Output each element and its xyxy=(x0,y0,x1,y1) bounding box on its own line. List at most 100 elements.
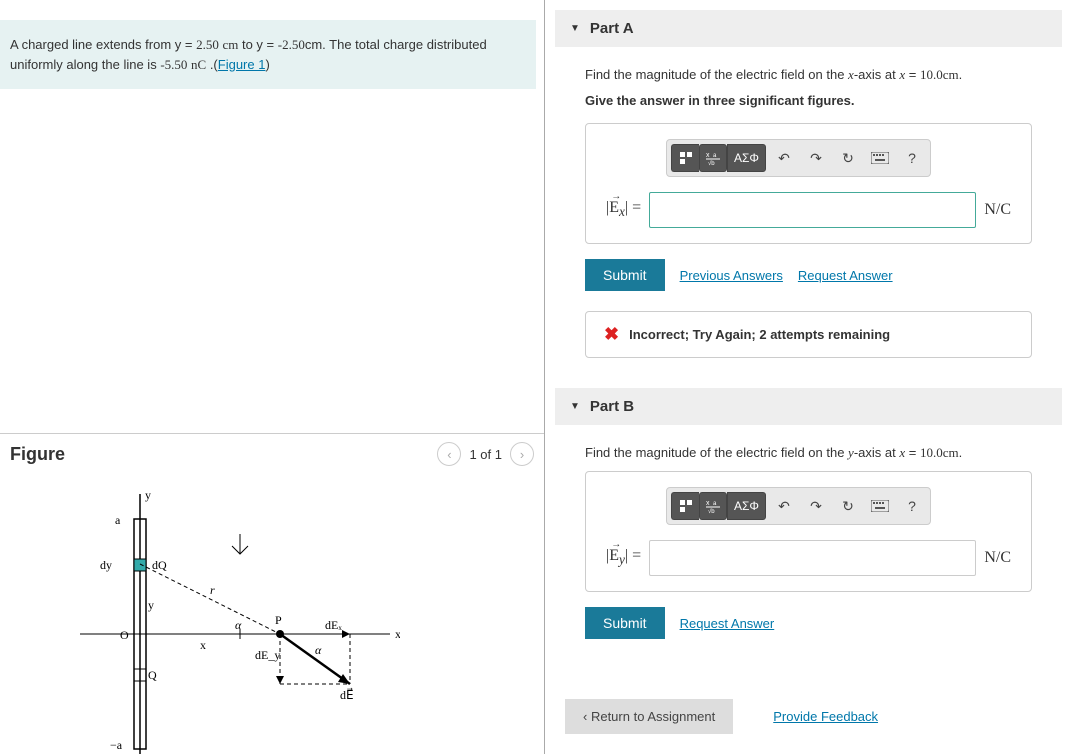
undo-button[interactable]: ↶ xyxy=(770,144,798,172)
redo-button[interactable]: ↷ xyxy=(802,144,830,172)
redo-button[interactable]: ↷ xyxy=(802,492,830,520)
part-b-submit-row: Submit Request Answer xyxy=(585,607,1032,639)
problem-statement: A charged line extends from y = 2.50 cm … xyxy=(0,20,536,89)
svg-text:dEₓ: dEₓ xyxy=(325,618,342,632)
svg-text:x: x xyxy=(395,627,400,641)
svg-text:y: y xyxy=(148,598,154,612)
part-a-answer-box: xa√b ΑΣΦ ↶ ↷ ↻ ? |E→x| = N/C xyxy=(585,123,1032,244)
part-a-submit-row: Submit Previous Answers Request Answer xyxy=(585,259,1032,291)
part-a-answer-input[interactable] xyxy=(649,192,976,228)
provide-feedback-link[interactable]: Provide Feedback xyxy=(773,709,878,724)
part-b-title: Part B xyxy=(590,398,634,415)
undo-button[interactable]: ↶ xyxy=(770,492,798,520)
feedback-text: Incorrect; Try Again; 2 attempts remaini… xyxy=(629,327,890,342)
pager-next-button[interactable]: › xyxy=(510,442,534,466)
spacer xyxy=(0,97,544,433)
svg-text:dQ: dQ xyxy=(152,558,167,572)
reset-button[interactable]: ↻ xyxy=(834,144,862,172)
answer-row: |E→y| = N/C xyxy=(606,540,1011,576)
svg-text:√b: √b xyxy=(708,508,715,514)
problem-text: .( xyxy=(206,57,218,72)
keyboard-button[interactable] xyxy=(866,492,894,520)
answer-label-ey: |E→y| = xyxy=(606,547,641,568)
svg-text:dE⃗: dE⃗ xyxy=(340,687,354,702)
fraction-button[interactable]: xa√b xyxy=(699,144,727,172)
svg-text:a: a xyxy=(713,501,717,507)
part-a-prompt: Find the magnitude of the electric field… xyxy=(585,67,1032,83)
part-b-submit-button[interactable]: Submit xyxy=(585,607,665,639)
svg-text:dy: dy xyxy=(100,558,112,572)
part-b-prompt: Find the magnitude of the electric field… xyxy=(585,445,1032,461)
figure-link[interactable]: Figure 1 xyxy=(218,57,266,72)
figure-title: Figure xyxy=(10,444,437,465)
svg-text:−a: −a xyxy=(110,738,123,752)
answer-unit: N/C xyxy=(984,201,1011,219)
reset-button[interactable]: ↻ xyxy=(834,492,862,520)
part-b-answer-box: xa√b ΑΣΦ ↶ ↷ ↻ ? |E→y| = N/C xyxy=(585,471,1032,592)
previous-answers-link[interactable]: Previous Answers xyxy=(680,268,783,283)
part-a-instruction: Give the answer in three significant fig… xyxy=(585,93,1032,108)
footer-row: ‹ Return to Assignment Provide Feedback xyxy=(555,699,1062,734)
figure-pager: ‹ 1 of 1 › xyxy=(437,442,534,466)
templates-button[interactable] xyxy=(671,492,699,520)
help-button[interactable]: ? xyxy=(898,492,926,520)
svg-text:O: O xyxy=(120,628,129,642)
part-b-answer-input[interactable] xyxy=(649,540,976,576)
main-container: A charged line extends from y = 2.50 cm … xyxy=(0,0,1072,754)
incorrect-icon: ✖ xyxy=(604,324,619,345)
svg-text:y: y xyxy=(145,488,151,502)
pager-text: 1 of 1 xyxy=(469,447,502,462)
answer-label-ex: |E→x| = xyxy=(606,199,641,220)
figure-header: Figure ‹ 1 of 1 › xyxy=(0,434,544,474)
greek-button[interactable]: ΑΣΦ xyxy=(727,144,766,172)
svg-text:a: a xyxy=(115,513,121,527)
left-panel: A charged line extends from y = 2.50 cm … xyxy=(0,0,545,754)
help-button[interactable]: ? xyxy=(898,144,926,172)
collapse-icon: ▼ xyxy=(570,401,580,412)
svg-text:α: α xyxy=(235,618,242,632)
answer-toolbar: xa√b ΑΣΦ ↶ ↷ ↻ ? xyxy=(666,487,931,525)
answer-toolbar: xa√b ΑΣΦ ↶ ↷ ↻ ? xyxy=(666,139,931,177)
feedback-box: ✖ Incorrect; Try Again; 2 attempts remai… xyxy=(585,311,1032,358)
svg-text:a: a xyxy=(713,153,717,159)
problem-charge: -5.50 xyxy=(160,57,187,72)
svg-text:Q: Q xyxy=(148,668,157,682)
pager-prev-button[interactable]: ‹ xyxy=(437,442,461,466)
svg-text:dE_y: dE_y xyxy=(255,648,280,662)
request-answer-link[interactable]: Request Answer xyxy=(680,616,775,631)
svg-text:x: x xyxy=(200,638,206,652)
part-a-title: Part A xyxy=(590,20,634,37)
request-answer-link[interactable]: Request Answer xyxy=(798,268,893,283)
collapse-icon: ▼ xyxy=(570,23,580,34)
svg-text:√b: √b xyxy=(708,160,715,166)
right-panel: ▼ Part A Find the magnitude of the elect… xyxy=(545,0,1072,754)
part-a-body: Find the magnitude of the electric field… xyxy=(555,47,1062,378)
svg-text:α: α xyxy=(315,643,322,657)
answer-unit: N/C xyxy=(984,549,1011,567)
figure-section: Figure ‹ 1 of 1 › y x a −a xyxy=(0,433,544,754)
problem-y2: -2.50 xyxy=(278,37,305,52)
part-b-body: Find the magnitude of the electric field… xyxy=(555,425,1062,679)
answer-row: |E→x| = N/C xyxy=(606,192,1011,228)
svg-text:P: P xyxy=(275,613,282,627)
problem-text: to y = xyxy=(238,37,277,52)
problem-charge-unit: nC xyxy=(191,57,206,72)
problem-text: ) xyxy=(265,57,269,72)
problem-unit: cm xyxy=(222,37,238,52)
svg-text:r: r xyxy=(210,583,215,597)
keyboard-button[interactable] xyxy=(866,144,894,172)
figure-body[interactable]: y x a −a dy dQ y O r α P xyxy=(0,474,544,754)
fraction-button[interactable]: xa√b xyxy=(699,492,727,520)
physics-diagram: y x a −a dy dQ y O r α P xyxy=(40,484,400,754)
greek-button[interactable]: ΑΣΦ xyxy=(727,492,766,520)
part-a-submit-button[interactable]: Submit xyxy=(585,259,665,291)
return-button[interactable]: ‹ Return to Assignment xyxy=(565,699,733,734)
svg-text:x: x xyxy=(706,500,710,507)
part-a-header[interactable]: ▼ Part A xyxy=(555,10,1062,47)
svg-text:x: x xyxy=(706,152,710,159)
problem-text: A charged line extends from y = xyxy=(10,37,196,52)
templates-button[interactable] xyxy=(671,144,699,172)
problem-y1: 2.50 xyxy=(196,37,219,52)
figure-image: y x a −a dy dQ y O r α P xyxy=(0,474,544,754)
part-b-header[interactable]: ▼ Part B xyxy=(555,388,1062,425)
